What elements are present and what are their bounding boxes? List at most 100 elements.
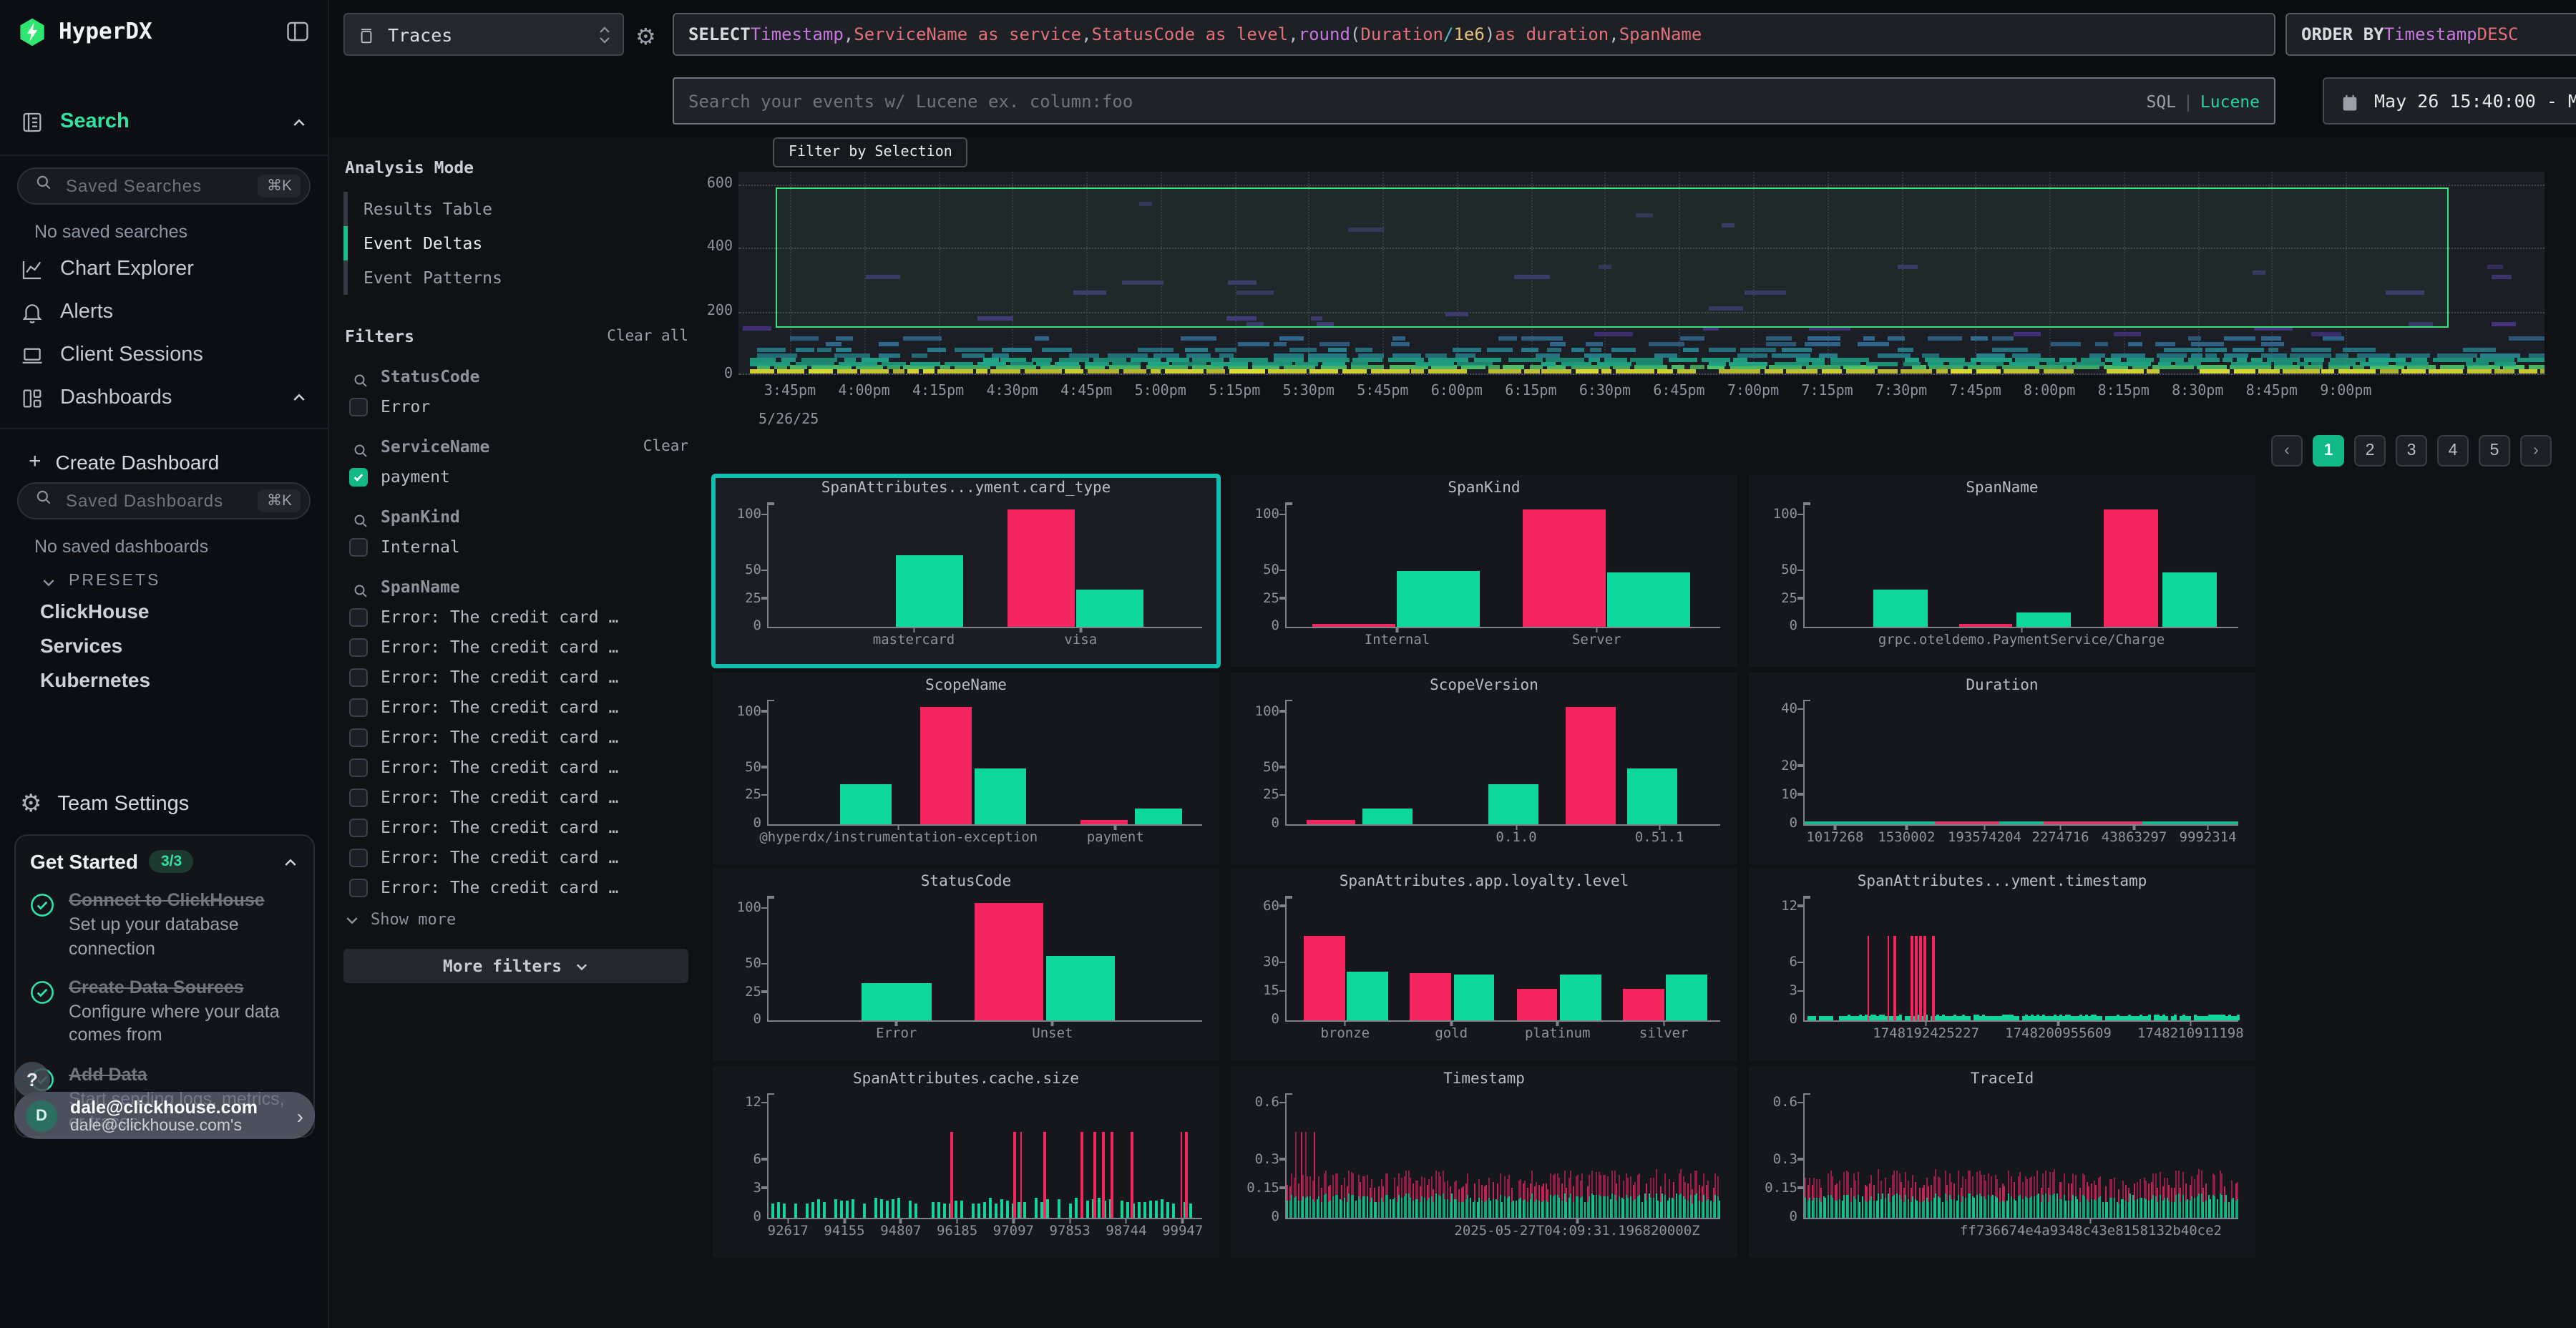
checkbox[interactable] xyxy=(349,668,368,686)
chart-bar[interactable] xyxy=(1397,571,1480,627)
sidebar-item-client-sessions[interactable]: Client Sessions xyxy=(0,333,328,376)
pagination-page-3[interactable]: 3 xyxy=(2396,435,2427,467)
chart-bar[interactable] xyxy=(1607,572,1689,627)
checkbox[interactable] xyxy=(349,758,368,776)
sidebar-item-chart-explorer[interactable]: Chart Explorer xyxy=(0,248,328,290)
chart-bar[interactable] xyxy=(1362,809,1413,824)
mini-chart-spankind[interactable]: SpanKind02550100InternalServer xyxy=(1231,475,1737,667)
checkbox[interactable] xyxy=(349,878,368,897)
mini-chart-spanattributes-app-loyalty-level[interactable]: SpanAttributes.app.loyalty.level0153060b… xyxy=(1231,869,1737,1060)
chart-bar[interactable] xyxy=(1306,820,1356,824)
chart-bar[interactable] xyxy=(1304,935,1345,1020)
sidebar-section-search[interactable]: Search xyxy=(0,97,328,146)
filter-by-selection-button[interactable]: Filter by Selection xyxy=(773,137,968,167)
chart-bar[interactable] xyxy=(975,904,1044,1020)
clear-all-button[interactable]: Clear all xyxy=(607,328,688,345)
chart-bar[interactable] xyxy=(1007,510,1074,627)
filter-checkbox-item[interactable]: Error: The credit card … xyxy=(343,697,688,717)
chart-bar[interactable] xyxy=(1666,975,1707,1020)
mini-chart-spanattributes-cache-size[interactable]: SpanAttributes.cache.size036129261794155… xyxy=(713,1065,1219,1257)
chart-bar[interactable] xyxy=(1958,623,2013,627)
filter-checkbox-item[interactable]: payment xyxy=(343,467,688,487)
create-dashboard-button[interactable]: + Create Dashboard xyxy=(0,441,328,477)
search-icon[interactable] xyxy=(352,368,369,385)
search-icon[interactable] xyxy=(352,508,369,525)
filter-checkbox-item[interactable]: Error: The credit card … xyxy=(343,757,688,777)
checkbox-checked[interactable] xyxy=(349,467,368,486)
mini-chart-spanattributes-yment-card-type[interactable]: SpanAttributes...yment.card_type02550100… xyxy=(713,475,1219,667)
help-button[interactable]: ? xyxy=(14,1062,50,1098)
filter-checkbox-item[interactable]: Internal xyxy=(343,537,688,557)
chart-bar[interactable] xyxy=(1080,820,1128,824)
events-heatmap[interactable] xyxy=(738,172,2545,375)
team-settings-button[interactable]: ⚙ Team Settings xyxy=(0,781,328,827)
checkbox[interactable] xyxy=(349,848,368,866)
mini-chart-statuscode[interactable]: StatusCode02550100ErrorUnset xyxy=(713,869,1219,1060)
preset-kubernetes[interactable]: Kubernetes xyxy=(0,663,328,697)
mini-chart-spanname[interactable]: SpanName02550100grpc.oteldemo.PaymentSer… xyxy=(1749,475,2255,667)
filter-checkbox-item[interactable]: Error: The credit card … xyxy=(343,727,688,747)
chart-bar[interactable] xyxy=(1516,990,1558,1021)
checkbox[interactable] xyxy=(349,397,368,416)
pagination-prev-button[interactable]: ‹ xyxy=(2271,435,2303,467)
analysis-mode-results-table[interactable]: Results Table xyxy=(343,192,688,226)
saved-dashboards-input[interactable]: Saved Dashboards ⌘K xyxy=(17,482,311,519)
chart-bar[interactable] xyxy=(1076,590,1143,627)
show-more-button[interactable]: Show more xyxy=(343,910,688,929)
sidebar-item-dashboards[interactable]: Dashboards xyxy=(0,376,328,419)
search-input[interactable] xyxy=(688,91,2146,111)
filter-checkbox-item[interactable]: Error: The credit card … xyxy=(343,847,688,867)
chart-bar[interactable] xyxy=(1623,990,1664,1021)
analysis-mode-event-deltas[interactable]: Event Deltas xyxy=(343,226,688,260)
pagination-page-5[interactable]: 5 xyxy=(2479,435,2510,467)
chart-bar[interactable] xyxy=(1347,971,1389,1020)
filter-checkbox-item[interactable]: Error: The credit card … xyxy=(343,637,688,657)
checkbox[interactable] xyxy=(349,728,368,746)
chevron-up-icon[interactable] xyxy=(291,113,308,130)
query-language-toggle[interactable]: SQL|Lucene xyxy=(2146,91,2260,111)
chart-bar[interactable] xyxy=(862,984,931,1020)
search-icon[interactable] xyxy=(352,578,369,595)
chart-bar[interactable] xyxy=(897,555,964,627)
filter-checkbox-item[interactable]: Error xyxy=(343,396,688,416)
filter-checkbox-item[interactable]: Error: The credit card … xyxy=(343,817,688,837)
mini-chart-duration[interactable]: Duration01020401017268153000219357420422… xyxy=(1749,672,2255,864)
pagination-next-button[interactable]: › xyxy=(2520,435,2552,467)
pagination-page-2[interactable]: 2 xyxy=(2354,435,2386,467)
mini-chart-traceid[interactable]: TraceId00.150.30.6ff736674e4a9348c43e815… xyxy=(1749,1065,2255,1257)
chart-bar[interactable] xyxy=(1523,510,1605,627)
checkbox[interactable] xyxy=(349,698,368,716)
chart-bar[interactable] xyxy=(2104,510,2158,627)
chart-bar[interactable] xyxy=(1566,707,1616,824)
chart-bar[interactable] xyxy=(1874,590,1928,627)
pagination-page-4[interactable]: 4 xyxy=(2437,435,2469,467)
collapse-sidebar-icon[interactable] xyxy=(285,19,311,44)
sql-mode-label[interactable]: SQL xyxy=(2146,91,2176,111)
chart-bar[interactable] xyxy=(1560,974,1601,1020)
chart-bar[interactable] xyxy=(1410,973,1452,1020)
filter-checkbox-item[interactable]: Error: The credit card … xyxy=(343,607,688,627)
filter-checkbox-item[interactable]: Error: The credit card … xyxy=(343,787,688,807)
lucene-mode-label[interactable]: Lucene xyxy=(2200,91,2260,111)
search-icon[interactable] xyxy=(352,438,369,455)
pagination-page-1[interactable]: 1 xyxy=(2313,435,2344,467)
user-menu[interactable]: D dale@clickhouse.com dale@clickhouse.co… xyxy=(14,1092,315,1139)
chart-bar[interactable] xyxy=(920,707,972,824)
presets-toggle[interactable]: PRESETS xyxy=(0,562,328,594)
saved-searches-input[interactable]: Saved Searches ⌘K xyxy=(17,167,311,205)
chart-bar[interactable] xyxy=(975,769,1027,824)
chevron-up-icon[interactable] xyxy=(282,853,299,870)
checkbox[interactable] xyxy=(349,607,368,626)
checkbox[interactable] xyxy=(349,788,368,806)
mini-chart-scopename[interactable]: ScopeName02550100@hyperdx/instrumentatio… xyxy=(713,672,1219,864)
source-settings-gear-icon[interactable]: ⚙ xyxy=(635,23,656,52)
more-filters-button[interactable]: More filters xyxy=(343,949,688,983)
checkbox[interactable] xyxy=(349,638,368,656)
checkbox[interactable] xyxy=(349,818,368,836)
checkbox[interactable] xyxy=(349,537,368,556)
preset-services[interactable]: Services xyxy=(0,628,328,663)
analysis-mode-event-patterns[interactable]: Event Patterns xyxy=(343,260,688,295)
mini-chart-scopeversion[interactable]: ScopeVersion025501000.1.00.51.1 xyxy=(1231,672,1737,864)
chart-bar[interactable] xyxy=(1046,956,1116,1020)
source-select[interactable]: Traces xyxy=(343,13,624,56)
